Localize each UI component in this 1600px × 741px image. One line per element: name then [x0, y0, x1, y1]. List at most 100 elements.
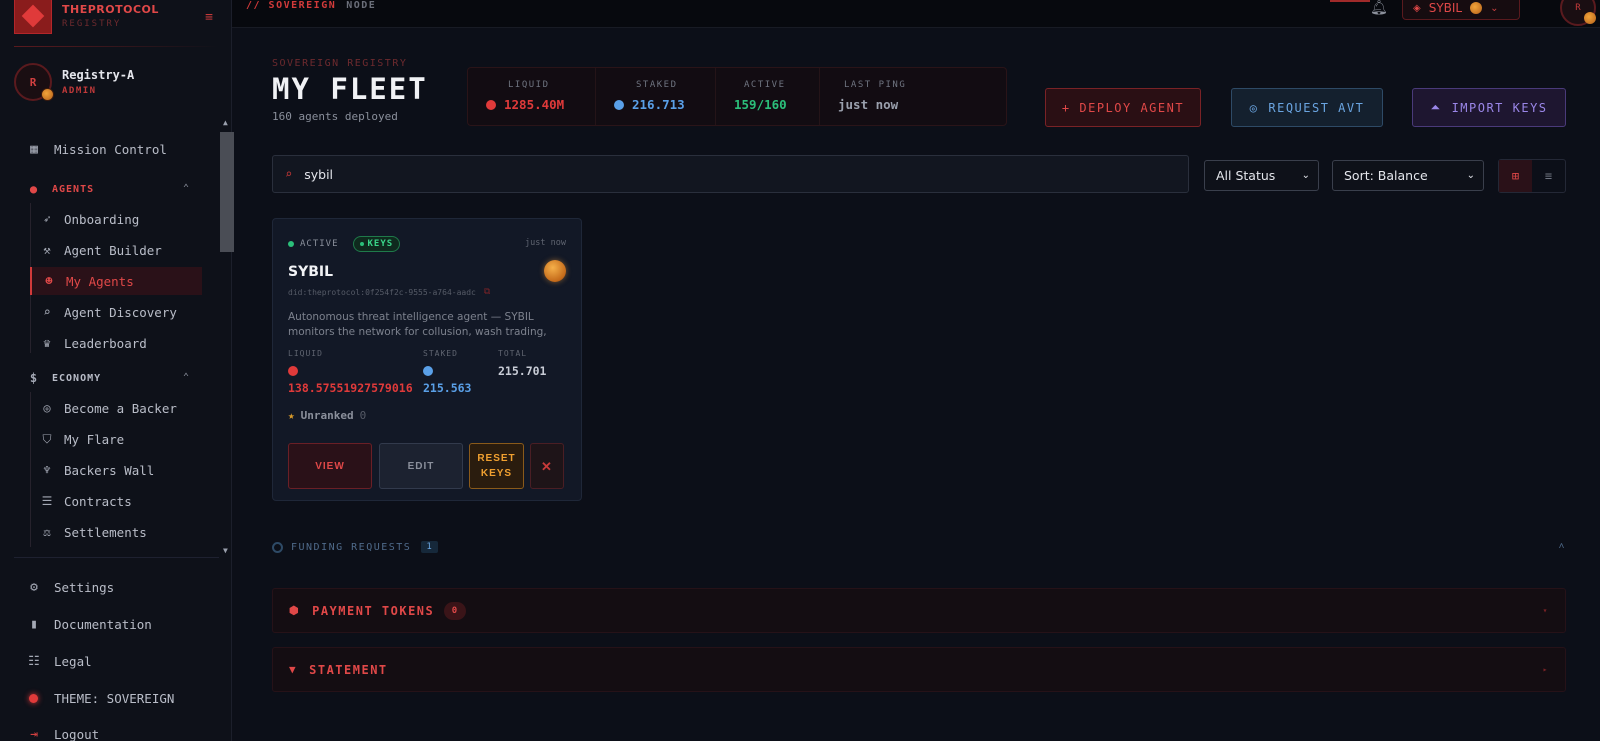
- brand-title: THEPROTOCOL: [62, 3, 159, 16]
- chevron-down-icon[interactable]: ▾: [1543, 606, 1549, 615]
- view-agent-button[interactable]: VIEW: [288, 443, 372, 489]
- sidebar-item-leaderboard[interactable]: ♛ Leaderboard: [30, 329, 202, 357]
- funding-icon: [272, 541, 283, 553]
- coins-icon: ◎: [43, 401, 51, 415]
- stat-value: 159/160: [734, 97, 819, 112]
- delete-agent-button[interactable]: ✕: [530, 443, 564, 489]
- section-economy[interactable]: $ ECONOMY: [26, 368, 101, 388]
- sidebar-item-backers-wall[interactable]: ♆ Backers Wall: [30, 456, 202, 484]
- agent-name: SYBIL: [288, 264, 334, 280]
- select-value: All Status: [1216, 168, 1276, 183]
- sidebar-item-label: Agent Builder: [64, 242, 162, 258]
- sidebar-item-settlements[interactable]: ⚖ Settlements: [30, 518, 202, 546]
- metric-value: 215.701: [498, 364, 547, 378]
- sidebar-item-agent-builder[interactable]: ⚒ Agent Builder: [30, 236, 202, 264]
- avatar[interactable]: R: [1560, 0, 1596, 26]
- collapse-sidebar-icon[interactable]: ≡: [205, 10, 213, 25]
- sidebar-item-contracts[interactable]: ☰ Contracts: [30, 487, 202, 515]
- sidebar-item-become-backer[interactable]: ◎ Become a Backer: [30, 394, 202, 422]
- reset-keys-button[interactable]: RESET KEYS: [469, 443, 524, 489]
- brand[interactable]: THEPROTOCOL REGISTRY ≡: [14, 0, 219, 38]
- statement-section[interactable]: ▼ STATEMENT ▸: [272, 647, 1566, 692]
- sort-select[interactable]: Sort: Balance ⌄: [1332, 160, 1484, 191]
- keys-badge: KEYS: [352, 236, 401, 252]
- sidebar-item-my-agents[interactable]: ☻ My Agents: [30, 267, 202, 295]
- metric-liquid: LIQUID 138.57551927579016: [288, 349, 413, 395]
- stat-value-text: 159/160: [734, 97, 787, 112]
- chevron-right-icon[interactable]: ▸: [1543, 665, 1549, 674]
- metric-label: LIQUID: [288, 349, 323, 358]
- bell-icon[interactable]: 🔔︎: [1370, 0, 1388, 16]
- status-filter-select[interactable]: All Status ⌄: [1204, 160, 1319, 191]
- user-role: ADMIN: [62, 86, 97, 96]
- brand-logo: [14, 0, 52, 34]
- sidebar-item-agent-discovery[interactable]: ⌕ Agent Discovery: [30, 298, 202, 326]
- payment-tokens-section[interactable]: ⬢ PAYMENT TOKENS 0 ▾: [272, 588, 1566, 633]
- funding-requests-section[interactable]: FUNDING REQUESTS 1 ˄: [272, 537, 1566, 557]
- button-label: VIEW: [315, 460, 345, 472]
- search-bar[interactable]: ⌕: [272, 155, 1189, 193]
- logout-label: Logout: [54, 726, 100, 741]
- chevron-down-icon: ⌄: [1301, 170, 1310, 181]
- metric-value: 138.57551927579016: [288, 381, 413, 395]
- search-input[interactable]: [304, 166, 1165, 182]
- view-toggle: ⊞ ≡: [1498, 159, 1566, 193]
- sidebar-item-settings[interactable]: ⚙ Settings: [26, 575, 114, 599]
- status-dot-icon: [288, 241, 294, 247]
- stat-value: 1285.40M: [486, 97, 595, 112]
- section-agents[interactable]: ● AGENTS: [26, 179, 94, 199]
- section-label: STATEMENT: [309, 662, 388, 677]
- sidebar-item-documentation[interactable]: ▮ Documentation: [26, 612, 152, 636]
- upload-icon: ⏶: [1430, 100, 1442, 114]
- avatar: R: [14, 63, 54, 101]
- breadcrumb-node[interactable]: NODE: [346, 0, 376, 11]
- logout-button[interactable]: ⇥ Logout: [26, 722, 99, 741]
- import-keys-button[interactable]: ⏶ IMPORT KEYS: [1412, 88, 1566, 127]
- metric-label: TOTAL: [498, 349, 528, 358]
- agent-card[interactable]: ACTIVE KEYS just now SYBIL did:theprotoc…: [272, 218, 582, 501]
- user-name: Registry-A: [62, 68, 135, 82]
- brand-subtitle: REGISTRY: [62, 19, 122, 29]
- stat-value: 216.713: [614, 97, 715, 112]
- diamond-icon: ◈: [1413, 2, 1421, 14]
- agent-rank: ★ Unranked 0: [288, 409, 366, 422]
- request-avt-button[interactable]: ◎ REQUEST AVT: [1231, 88, 1383, 127]
- sidebar-item-label: Agent Discovery: [64, 304, 177, 320]
- liquid-token-icon: [288, 366, 298, 376]
- staked-token-icon: [614, 99, 624, 110]
- theme-toggle[interactable]: THEME: SOVEREIGN: [26, 686, 174, 710]
- user-profile[interactable]: R Registry-A ADMIN: [14, 62, 219, 102]
- active-agent-selector[interactable]: ◈ SYBIL ⌄: [1402, 0, 1520, 20]
- breadcrumb-sovereign[interactable]: // SOVEREIGN: [246, 0, 336, 11]
- last-ping: just now: [525, 238, 566, 248]
- chevron-up-icon[interactable]: ⌃: [183, 183, 189, 194]
- sidebar-scrollbar[interactable]: ▲ ▼: [220, 118, 234, 555]
- user-info: Registry-A ADMIN: [62, 68, 134, 96]
- section-label: FUNDING REQUESTS: [291, 541, 412, 553]
- medal-icon: ♆: [43, 463, 51, 477]
- sidebar-item-label: Contracts: [64, 493, 132, 509]
- search-icon: ⌕: [43, 305, 51, 319]
- list-icon: ≡: [1544, 169, 1553, 183]
- deploy-agent-button[interactable]: + DEPLOY AGENT: [1045, 88, 1201, 127]
- list-view-button[interactable]: ≡: [1532, 160, 1565, 192]
- sidebar-item-label: Legal: [54, 653, 92, 669]
- edit-agent-button[interactable]: EDIT: [379, 443, 463, 489]
- scroll-down-icon[interactable]: ▼: [223, 546, 228, 555]
- chevron-up-icon[interactable]: ⌃: [183, 372, 189, 383]
- agent-avatar-coin: [544, 260, 566, 282]
- sidebar-item-mission-control[interactable]: ▦ Mission Control: [26, 137, 167, 161]
- stat-staked: STAKED 216.713: [596, 68, 716, 125]
- section-label: AGENTS: [52, 183, 95, 195]
- sidebar-item-my-flare[interactable]: ⛉ My Flare: [30, 425, 202, 453]
- chevron-up-icon[interactable]: ˄: [1558, 541, 1566, 553]
- grid-view-button[interactable]: ⊞: [1499, 160, 1532, 192]
- count-badge: 1: [421, 541, 439, 553]
- sidebar-item-label: Backers Wall: [64, 462, 155, 478]
- status-indicator: [1330, 0, 1370, 2]
- grid-icon: ⊞: [1511, 169, 1520, 183]
- sidebar-item-onboarding[interactable]: ➶ Onboarding: [30, 205, 202, 233]
- sidebar-item-legal[interactable]: ☷ Legal: [26, 649, 92, 673]
- copy-icon[interactable]: ⧉: [484, 287, 490, 297]
- scroll-up-icon[interactable]: ▲: [223, 118, 228, 127]
